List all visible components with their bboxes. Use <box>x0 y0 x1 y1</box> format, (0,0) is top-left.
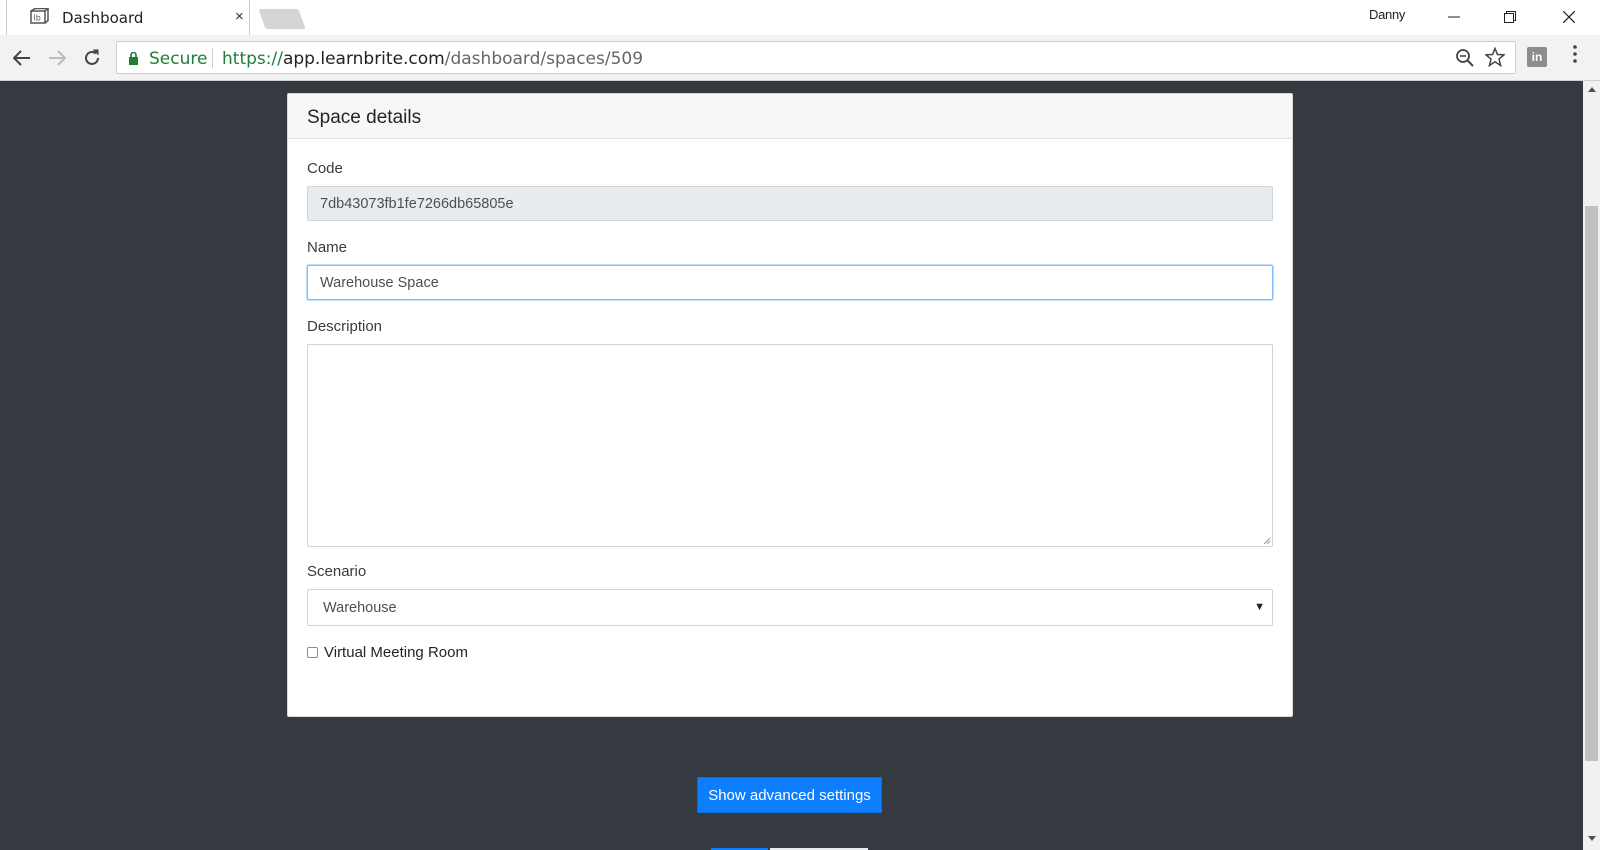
svg-text:lb: lb <box>34 14 41 23</box>
page-scrollbar[interactable] <box>1583 81 1600 850</box>
description-label: Description <box>307 318 383 335</box>
url-text[interactable]: https://app.learnbrite.com/dashboard/spa… <box>222 49 643 69</box>
omnibox-divider <box>212 48 213 68</box>
url-host: app.learnbrite.com <box>282 49 445 69</box>
show-advanced-settings-button[interactable]: Show advanced settings <box>697 777 882 813</box>
window-close-button[interactable] <box>1546 0 1592 33</box>
resize-grip-icon[interactable] <box>1263 537 1271 545</box>
forward-button[interactable] <box>44 45 70 71</box>
scroll-down-arrow-icon <box>1587 836 1596 841</box>
bookmark-star-icon[interactable] <box>1485 47 1505 67</box>
description-textarea[interactable] <box>307 344 1273 547</box>
space-details-card: Space details Code 7db43073fb1fe7266db65… <box>287 93 1293 717</box>
virtual-meeting-room-option[interactable]: Virtual Meeting Room <box>307 644 468 661</box>
minimize-icon <box>1448 16 1460 17</box>
reload-icon <box>85 49 99 65</box>
restore-icon <box>1504 10 1516 23</box>
address-bar[interactable]: Secure https://app.learnbrite.com/dashbo… <box>116 41 1516 74</box>
minimize-button[interactable] <box>1431 0 1477 33</box>
card-header: Space details <box>288 94 1292 139</box>
scenario-selected-value: Warehouse <box>323 599 397 616</box>
learnbrite-favicon-icon: lb <box>30 8 49 24</box>
scroll-up-button[interactable] <box>1583 87 1600 97</box>
page-viewport: Space details Code 7db43073fb1fe7266db65… <box>0 81 1583 850</box>
tab-title: Dashboard <box>62 9 144 27</box>
url-scheme: https:// <box>222 49 283 69</box>
url-path: /dashboard/spaces/509 <box>444 49 644 69</box>
browser-tab[interactable]: lb Dashboard × <box>6 0 250 35</box>
name-label: Name <box>307 239 348 256</box>
close-icon <box>1563 10 1575 23</box>
tab-strip: lb Dashboard × Danny <box>0 0 1600 35</box>
virtual-meeting-room-label: Virtual Meeting Room <box>324 644 468 661</box>
card-title: Space details <box>307 107 422 128</box>
scroll-up-arrow-icon <box>1587 87 1596 92</box>
scroll-down-button[interactable] <box>1583 836 1600 846</box>
name-input[interactable]: Warehouse Space <box>307 265 1273 300</box>
restore-button[interactable] <box>1487 0 1533 33</box>
code-label: Code <box>307 160 343 177</box>
forward-arrow-icon <box>49 50 66 66</box>
secure-label: Secure <box>149 49 208 69</box>
virtual-meeting-room-checkbox[interactable] <box>307 647 318 658</box>
lock-icon <box>129 52 138 65</box>
back-button[interactable] <box>9 45 35 71</box>
zoom-icon[interactable] <box>1455 48 1475 68</box>
scenario-label: Scenario <box>307 563 367 580</box>
back-arrow-icon <box>13 50 30 66</box>
chevron-down-icon: ▼ <box>1254 601 1265 613</box>
scrollbar-thumb[interactable] <box>1585 206 1598 761</box>
scenario-select[interactable]: Warehouse ▼ <box>307 589 1273 626</box>
profile-name[interactable]: Danny <box>1369 7 1405 22</box>
linkedin-extension-icon[interactable]: in <box>1527 47 1547 67</box>
code-field: 7db43073fb1fe7266db65805e <box>307 186 1273 221</box>
browser-toolbar: Secure https://app.learnbrite.com/dashbo… <box>0 35 1600 81</box>
reload-button[interactable] <box>79 45 105 71</box>
kebab-menu-icon[interactable] <box>1573 45 1577 63</box>
new-tab-button[interactable] <box>258 9 306 29</box>
tab-close-icon[interactable]: × <box>235 8 244 25</box>
